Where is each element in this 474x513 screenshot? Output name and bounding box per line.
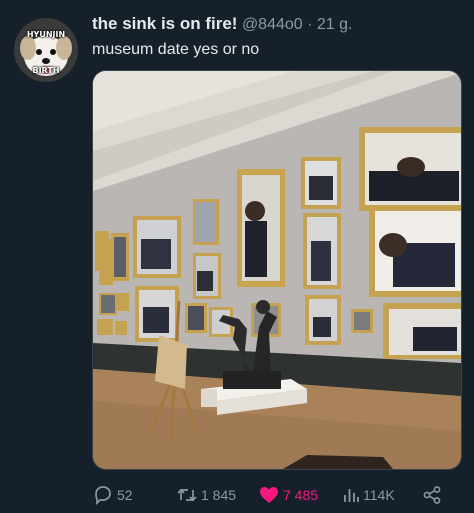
- avatar-bottom-text: BIRTH: [32, 66, 60, 75]
- retweet-icon: [177, 488, 197, 502]
- views-icon: [344, 489, 359, 502]
- views-button[interactable]: 114K: [342, 486, 395, 504]
- share-button[interactable]: [422, 485, 442, 505]
- display-name[interactable]: the sink is on fire!: [92, 14, 237, 33]
- tweet-image[interactable]: [92, 70, 462, 470]
- avatar[interactable]: HYUNJIN BIRTH: [14, 18, 78, 82]
- avatar-top-text: HYUNJIN: [26, 30, 66, 39]
- retweet-count: 1 845: [201, 487, 237, 503]
- reply-count: 52: [117, 487, 133, 503]
- heart-icon: [260, 487, 278, 503]
- tweet-text: museum date yes or no: [92, 41, 260, 58]
- reply-icon: [95, 486, 111, 505]
- like-count: 7 485: [283, 487, 319, 503]
- reply-button[interactable]: 52: [92, 485, 133, 505]
- retweet-button[interactable]: 1 845: [176, 485, 236, 505]
- museum-gallery-image: [93, 71, 461, 469]
- timestamp[interactable]: 21 g.: [317, 16, 353, 33]
- action-bar: 52 1 845 7 485 114K: [92, 484, 450, 506]
- separator-dot: ·: [307, 16, 313, 33]
- share-icon: [423, 486, 441, 504]
- handle[interactable]: @844o0: [242, 16, 303, 33]
- like-button[interactable]: 7 485: [258, 485, 318, 505]
- tweet-header: the sink is on fire! @844o0 · 21 g.: [92, 14, 464, 34]
- views-count: 114K: [363, 487, 395, 503]
